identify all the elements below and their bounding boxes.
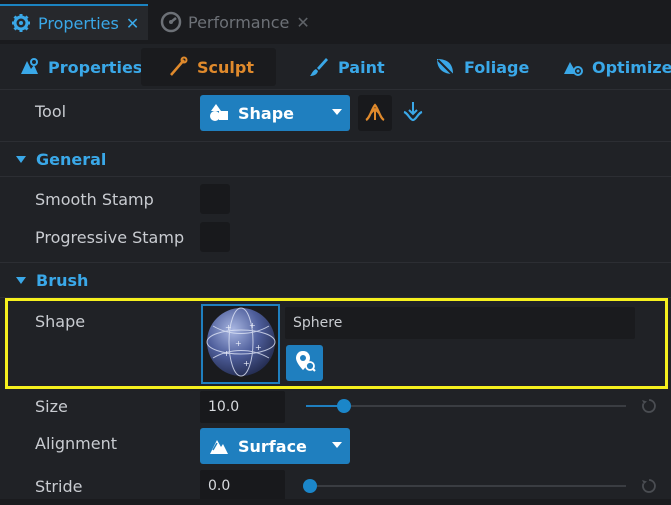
paint-brush-icon — [308, 56, 330, 78]
size-slider-handle[interactable] — [337, 399, 352, 413]
close-icon[interactable]: ✕ — [296, 13, 309, 32]
mode-tab-foliage[interactable]: Foliage — [434, 48, 529, 86]
sculpt-brush-icon — [167, 56, 189, 78]
properties-icon — [18, 56, 40, 78]
alignment-dropdown[interactable]: Surface — [200, 428, 350, 464]
mode-tab-label: Foliage — [464, 57, 530, 77]
close-icon[interactable]: ✕ — [126, 14, 139, 33]
tab-performance[interactable]: Performance ✕ — [150, 4, 310, 40]
mode-tab-label: Optimize — [592, 57, 671, 77]
brush-section-header[interactable]: Brush — [0, 262, 671, 298]
mode-tab-label: Paint — [338, 57, 385, 77]
speedometer-icon — [160, 11, 182, 33]
mode-tab-properties[interactable]: Properties — [18, 48, 142, 86]
progressive-stamp-checkbox[interactable] — [200, 222, 230, 252]
leaf-icon — [434, 56, 456, 78]
shape-icon — [208, 102, 230, 124]
smooth-stamp-row: Smooth Stamp — [0, 180, 671, 218]
collapse-triangle-icon — [16, 277, 26, 284]
size-slider-track[interactable] — [306, 405, 626, 407]
general-section-header[interactable]: General — [0, 141, 671, 177]
stride-input[interactable]: 0.0 — [200, 470, 285, 502]
tab-performance-label: Performance — [188, 12, 290, 32]
shape-highlight-box — [5, 298, 668, 389]
chevron-down-icon — [332, 109, 342, 115]
size-input[interactable]: 10.0 — [200, 391, 285, 423]
alignment-dropdown-value: Surface — [238, 436, 307, 456]
tab-properties-label: Properties — [38, 13, 119, 33]
reset-icon[interactable] — [640, 397, 658, 415]
mode-tab-label: Sculpt — [197, 57, 254, 77]
raise-icon — [364, 100, 386, 126]
document-tab-bar: Properties ✕ Performance ✕ — [0, 0, 671, 44]
tool-label: Tool — [35, 102, 67, 121]
brush-section-title: Brush — [36, 271, 89, 290]
chevron-down-icon — [332, 442, 342, 448]
alignment-label: Alignment — [35, 434, 117, 453]
reset-icon[interactable] — [640, 477, 658, 495]
progressive-stamp-row: Progressive Stamp — [0, 218, 671, 256]
smooth-stamp-label: Smooth Stamp — [35, 190, 154, 209]
mode-tab-optimize[interactable]: Optimize — [562, 48, 671, 86]
bottom-divider — [0, 499, 671, 505]
mode-tab-bar: Properties Sculpt Paint Foliage Optimize — [0, 44, 671, 90]
raise-tool-button[interactable] — [358, 95, 392, 131]
tab-properties[interactable]: Properties ✕ — [0, 4, 148, 40]
collapse-triangle-icon — [16, 156, 26, 163]
tool-dropdown[interactable]: Shape — [200, 95, 350, 131]
size-label: Size — [35, 397, 68, 416]
tool-row: Tool Shape — [0, 90, 671, 136]
progressive-stamp-label: Progressive Stamp — [35, 228, 185, 247]
stride-slider-track[interactable] — [310, 485, 626, 487]
general-section-title: General — [36, 150, 107, 169]
stride-label: Stride — [35, 477, 83, 496]
stride-slider-handle[interactable] — [303, 479, 317, 493]
optimize-icon — [562, 56, 584, 78]
mode-tab-label: Properties — [48, 57, 143, 77]
mode-tab-sculpt[interactable]: Sculpt — [141, 48, 276, 86]
tool-dropdown-value: Shape — [238, 103, 295, 123]
gear-icon — [10, 12, 32, 34]
mode-tab-paint[interactable]: Paint — [308, 48, 385, 86]
lower-tool-button[interactable] — [396, 95, 430, 131]
smooth-stamp-checkbox[interactable] — [200, 184, 230, 214]
lower-icon — [402, 100, 424, 126]
mountain-icon — [208, 435, 230, 457]
